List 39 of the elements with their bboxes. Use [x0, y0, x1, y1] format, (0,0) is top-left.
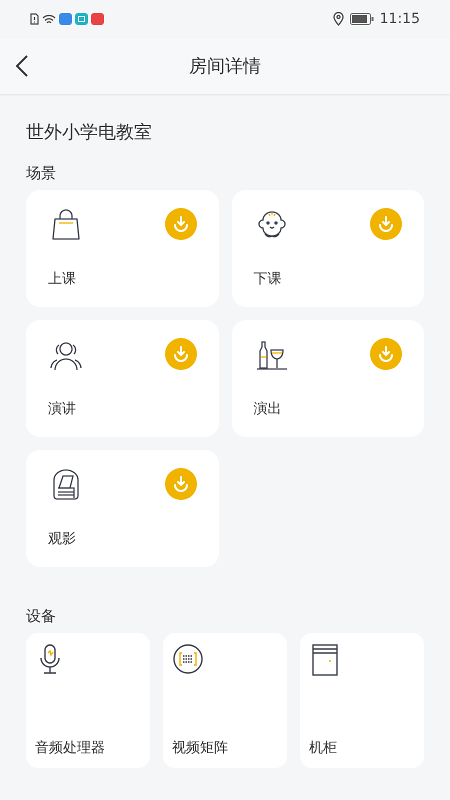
download-icon — [172, 345, 190, 363]
download-icon — [377, 345, 395, 363]
download-button[interactable] — [164, 468, 196, 500]
clock-time: 11:15 — [380, 10, 420, 28]
scene-label: 上课 — [48, 270, 76, 289]
download-icon — [377, 215, 395, 233]
device-label: 机柜 — [309, 739, 337, 758]
download-button[interactable] — [370, 208, 402, 240]
download-button[interactable] — [164, 208, 196, 240]
location-icon — [332, 12, 344, 26]
download-icon — [172, 475, 190, 493]
download-button[interactable] — [164, 338, 196, 370]
scene-label: 演出 — [254, 400, 282, 419]
scene-card[interactable]: 上课 — [26, 190, 218, 307]
device-card[interactable]: 机柜 — [300, 633, 424, 768]
scene-label: 演讲 — [48, 400, 76, 419]
scene-label: 下课 — [254, 270, 282, 289]
scene-card[interactable]: 下课 — [232, 190, 424, 307]
download-icon — [172, 215, 190, 233]
device-label: 音频处理器 — [35, 739, 105, 758]
app-notification-icon — [75, 13, 88, 25]
room-name: 世外小学电教室 — [26, 121, 153, 145]
sim-alert-icon — [30, 13, 39, 25]
wifi-icon — [42, 14, 56, 24]
download-button[interactable] — [370, 338, 402, 370]
scene-card[interactable]: 演讲 — [26, 320, 218, 437]
device-label: 视频矩阵 — [172, 739, 228, 758]
back-chevron-icon — [16, 55, 28, 77]
scene-label: 观影 — [48, 530, 76, 549]
device-card[interactable]: 音频处理器 — [26, 633, 150, 768]
page-title: 房间详情 — [189, 54, 261, 78]
app-notification-icon — [59, 13, 72, 25]
device-card[interactable]: 视频矩阵 — [163, 633, 287, 768]
scene-card[interactable]: 演出 — [232, 320, 424, 437]
section-heading: 设备 — [26, 606, 57, 627]
battery-icon — [350, 13, 374, 25]
scene-card[interactable]: 观影 — [26, 450, 218, 567]
section-heading: 场景 — [26, 163, 57, 184]
app-notification-icon — [91, 13, 104, 25]
